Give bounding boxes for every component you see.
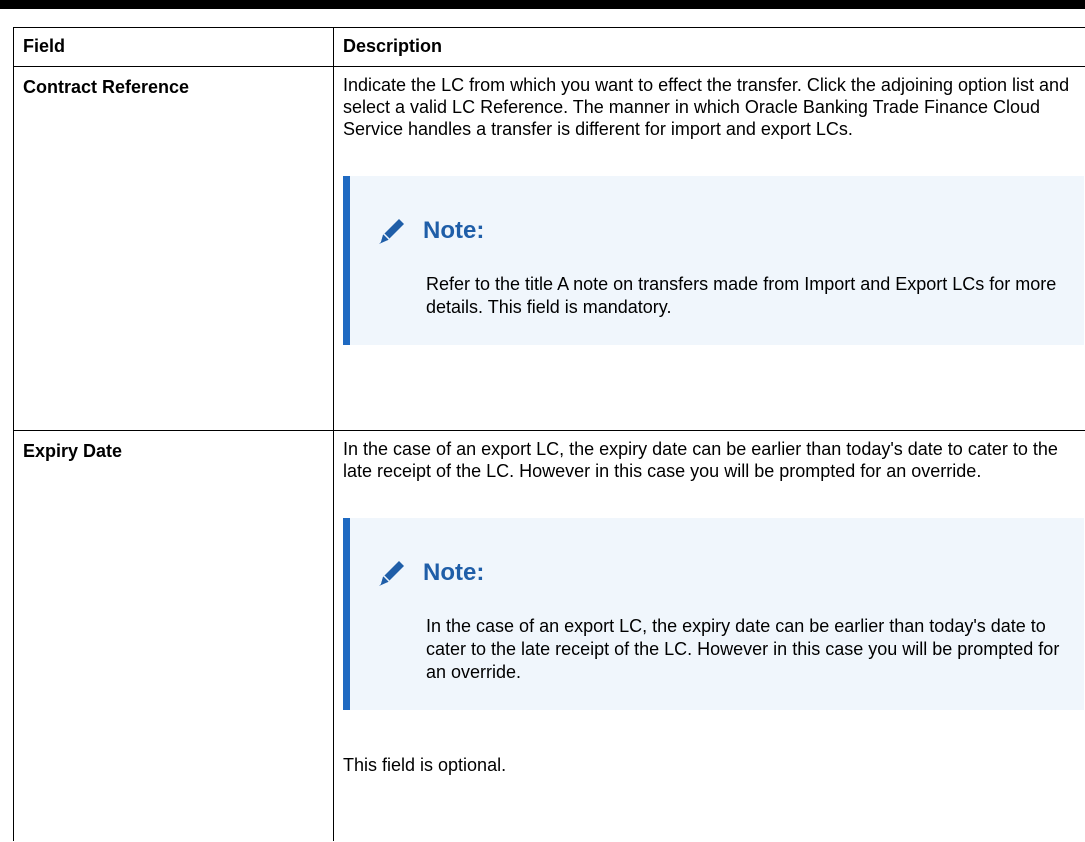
note-title: Note: <box>423 217 485 244</box>
header-field: Field <box>13 27 334 67</box>
pencil-icon <box>379 561 404 586</box>
description-text: In the case of an export LC, the expiry … <box>343 439 1058 481</box>
note-box: Note: Refer to the title A note on trans… <box>343 176 1084 345</box>
table-header-row: Field Description <box>13 27 1085 67</box>
header-description: Description <box>333 27 1085 67</box>
field-name: Expiry Date <box>13 430 334 841</box>
optional-text: This field is optional. <box>343 755 507 775</box>
note-text: Refer to the title A note on transfers m… <box>426 274 1057 317</box>
field-description-cell: In the case of an export LC, the expiry … <box>333 430 1085 841</box>
note-header: Note: <box>375 556 1064 590</box>
top-rule <box>0 0 1085 9</box>
field-description-table: Field Description Contract Reference Ind… <box>13 27 1085 841</box>
pencil-icon <box>379 219 404 244</box>
note-box: Note: In the case of an export LC, the e… <box>343 518 1084 710</box>
field-description-cell: Indicate the LC from which you want to e… <box>333 66 1085 431</box>
note-title: Note: <box>423 559 485 586</box>
note-header: Note: <box>375 214 1064 248</box>
description-text: Indicate the LC from which you want to e… <box>343 75 1070 139</box>
field-name: Contract Reference <box>13 66 334 431</box>
note-text: In the case of an export LC, the expiry … <box>426 616 1060 682</box>
table-row: Contract Reference Indicate the LC from … <box>13 66 1085 431</box>
table-row: Expiry Date In the case of an export LC,… <box>13 430 1085 841</box>
